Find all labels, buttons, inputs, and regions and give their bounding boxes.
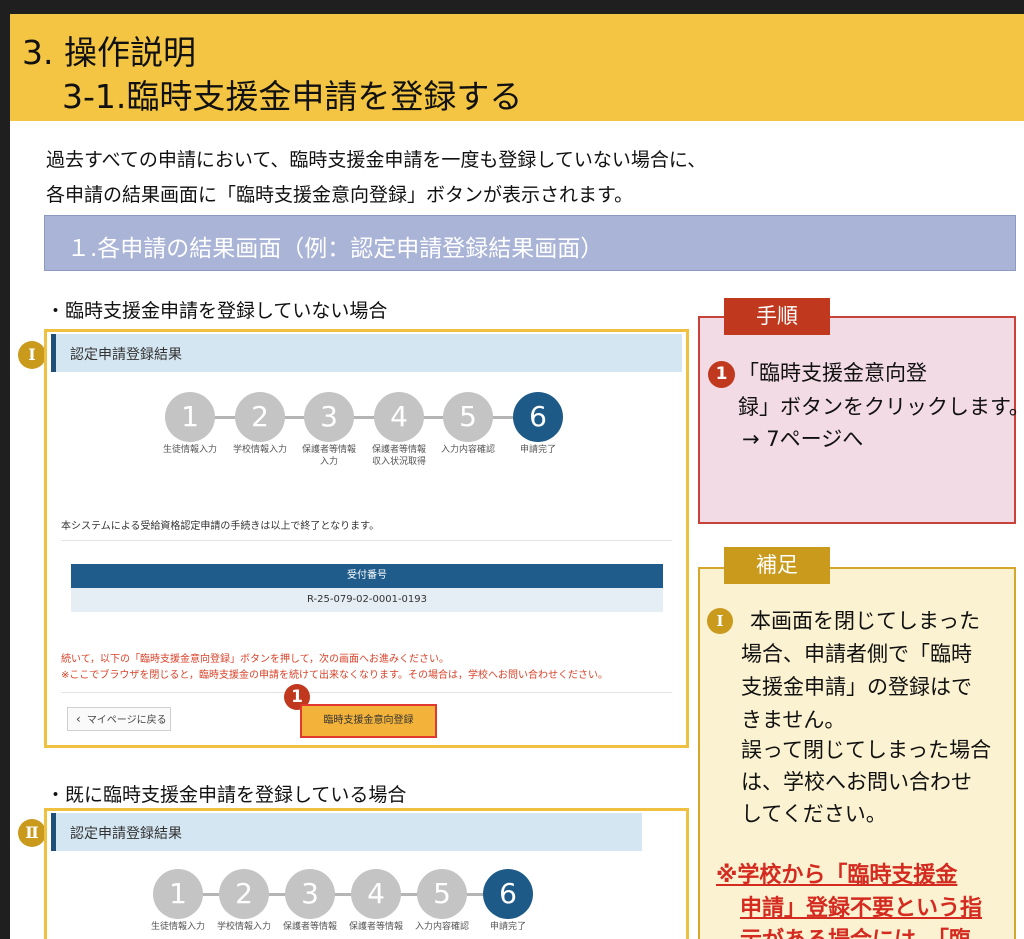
back-button-label: マイページに戻る — [86, 715, 167, 726]
supplement-line-5: 誤って閉じてしまった場合 — [741, 738, 992, 762]
step-4: 4 — [351, 869, 401, 919]
next-step-notice: 続いて，以下の「臨時支援金意向登録」ボタンを押して，次の画面へお進みください。 — [61, 654, 449, 665]
step-6-active: 6 — [483, 869, 533, 919]
case2-screen-header: 認定申請登録結果 — [51, 813, 642, 851]
warning-line-3: 示がある場合には、「臨 — [740, 922, 971, 939]
page-header: 3. 操作説明 3-1.臨時支援金申請を登録する — [10, 14, 1024, 121]
step-5: 5 — [417, 869, 467, 919]
page-title: 3-1.臨時支援金申請を登録する — [62, 77, 523, 116]
case1-screen-title: 認定申請登録結果 — [70, 347, 182, 363]
step-3: 3 — [304, 392, 354, 442]
intro-line-2: 各申請の結果画面に「臨時支援金意向登録」ボタンが表示されます。 — [46, 184, 634, 206]
supplement-line-4: きません。 — [741, 708, 846, 732]
divider — [61, 692, 672, 693]
procedure-line-2: 録」ボタンをクリックします。 — [738, 395, 1024, 419]
chevron-left-icon: ‹ — [76, 712, 81, 726]
step-3: 3 — [285, 869, 335, 919]
step-2: 2 — [235, 392, 285, 442]
completion-message: 本システムによる受給資格認定申請の手続きは以上で終了となります。 — [61, 521, 380, 532]
procedure-tag: 手順 — [724, 298, 830, 335]
procedure-step-marker: 1 — [708, 361, 735, 388]
step-1: 1 — [153, 869, 203, 919]
supplement-line-1: 本画面を閉じてしまった — [750, 609, 981, 633]
browser-close-warning: ※ここでブラウザを閉じると，臨時支援金の申請を続けて出来なくなります。その場合は… — [61, 670, 608, 681]
receipt-number-value: R-25-079-02-0001-0193 — [71, 588, 663, 612]
step-4-label: 保護者等情報 収入状況取得 — [371, 445, 426, 467]
case2-screen-title: 認定申請登録結果 — [70, 826, 182, 842]
step-5: 5 — [443, 392, 493, 442]
supplement-line-3: 支援金申請」の登録はで — [741, 675, 972, 699]
step-2: 2 — [219, 869, 269, 919]
case1-label: ・臨時支援金申請を登録していない場合 — [46, 300, 388, 322]
step-1-label: 生徒情報入力 — [162, 445, 217, 455]
step-6-label: 申請完了 — [519, 445, 556, 455]
step-3-label: 保護者等情報 入力 — [301, 445, 356, 467]
case2-label: ・既に臨時支援金申請を登録している場合 — [46, 784, 407, 806]
supplement-tag: 補足 — [724, 547, 830, 584]
section-title: １.各申請の結果画面（例：認定申請登録結果画面） — [67, 236, 604, 262]
step-4: 4 — [374, 392, 424, 442]
case1-step-indicator: 1 2 3 4 5 6 生徒情報入力 学校情報入力 保護者等情報 入力 保護者等… — [163, 392, 565, 467]
step-6-label: 申請完了 — [489, 922, 526, 932]
warning-line-2: 申請」登録不要という指 — [740, 896, 983, 921]
case1-screenshot: 認定申請登録結果 1 2 3 4 5 6 生徒情報入力 学校情報入力 保護者等情… — [44, 329, 689, 748]
temporary-support-intent-button[interactable]: 臨時支援金意向登録 — [300, 704, 437, 738]
procedure-line-3: → 7ページへ — [742, 427, 864, 451]
manual-page: 3. 操作説明 3-1.臨時支援金申請を登録する 過去すべての申請において、臨時… — [10, 14, 1024, 939]
warning-line-1: ※学校から「臨時支援金 — [716, 863, 958, 888]
supplement-line-6: は、学校へお問い合わせ — [741, 770, 972, 794]
case1-roman-marker: Ⅰ — [18, 341, 46, 369]
step-5-label: 入力内容確認 — [440, 445, 495, 455]
procedure-line-1: 「臨時支援金意向登 — [738, 361, 927, 385]
case2-screenshot: 認定申請登録結果 1 2 3 4 5 6 生徒情報入力 学校情報入力 保護者等情… — [44, 808, 689, 939]
case2-roman-marker: Ⅱ — [18, 819, 46, 847]
receipt-number-header: 受付番号 — [71, 564, 663, 588]
chapter-title: 3. 操作説明 — [22, 33, 196, 72]
step-1: 1 — [165, 392, 215, 442]
supplement-line-2: 場合、申請者側で「臨時 — [741, 642, 972, 666]
case2-step-indicator: 1 2 3 4 5 6 生徒情報入力 学校情報入力 保護者等情報 保護者等情報 … — [151, 869, 553, 939]
supplement-roman-marker: Ⅰ — [707, 608, 733, 634]
step-6-active: 6 — [513, 392, 563, 442]
step-2-label: 学校情報入力 — [232, 445, 287, 455]
supplement-line-7: してください。 — [741, 802, 887, 826]
section-title-bar: １.各申請の結果画面（例：認定申請登録結果画面） — [44, 215, 1016, 271]
back-to-mypage-button[interactable]: ‹ マイページに戻る — [67, 707, 171, 731]
intro-line-1: 過去すべての申請において、臨時支援金申請を一度も登録していない場合に、 — [46, 149, 707, 171]
divider — [61, 540, 672, 541]
case1-screen-header: 認定申請登録結果 — [51, 334, 682, 372]
